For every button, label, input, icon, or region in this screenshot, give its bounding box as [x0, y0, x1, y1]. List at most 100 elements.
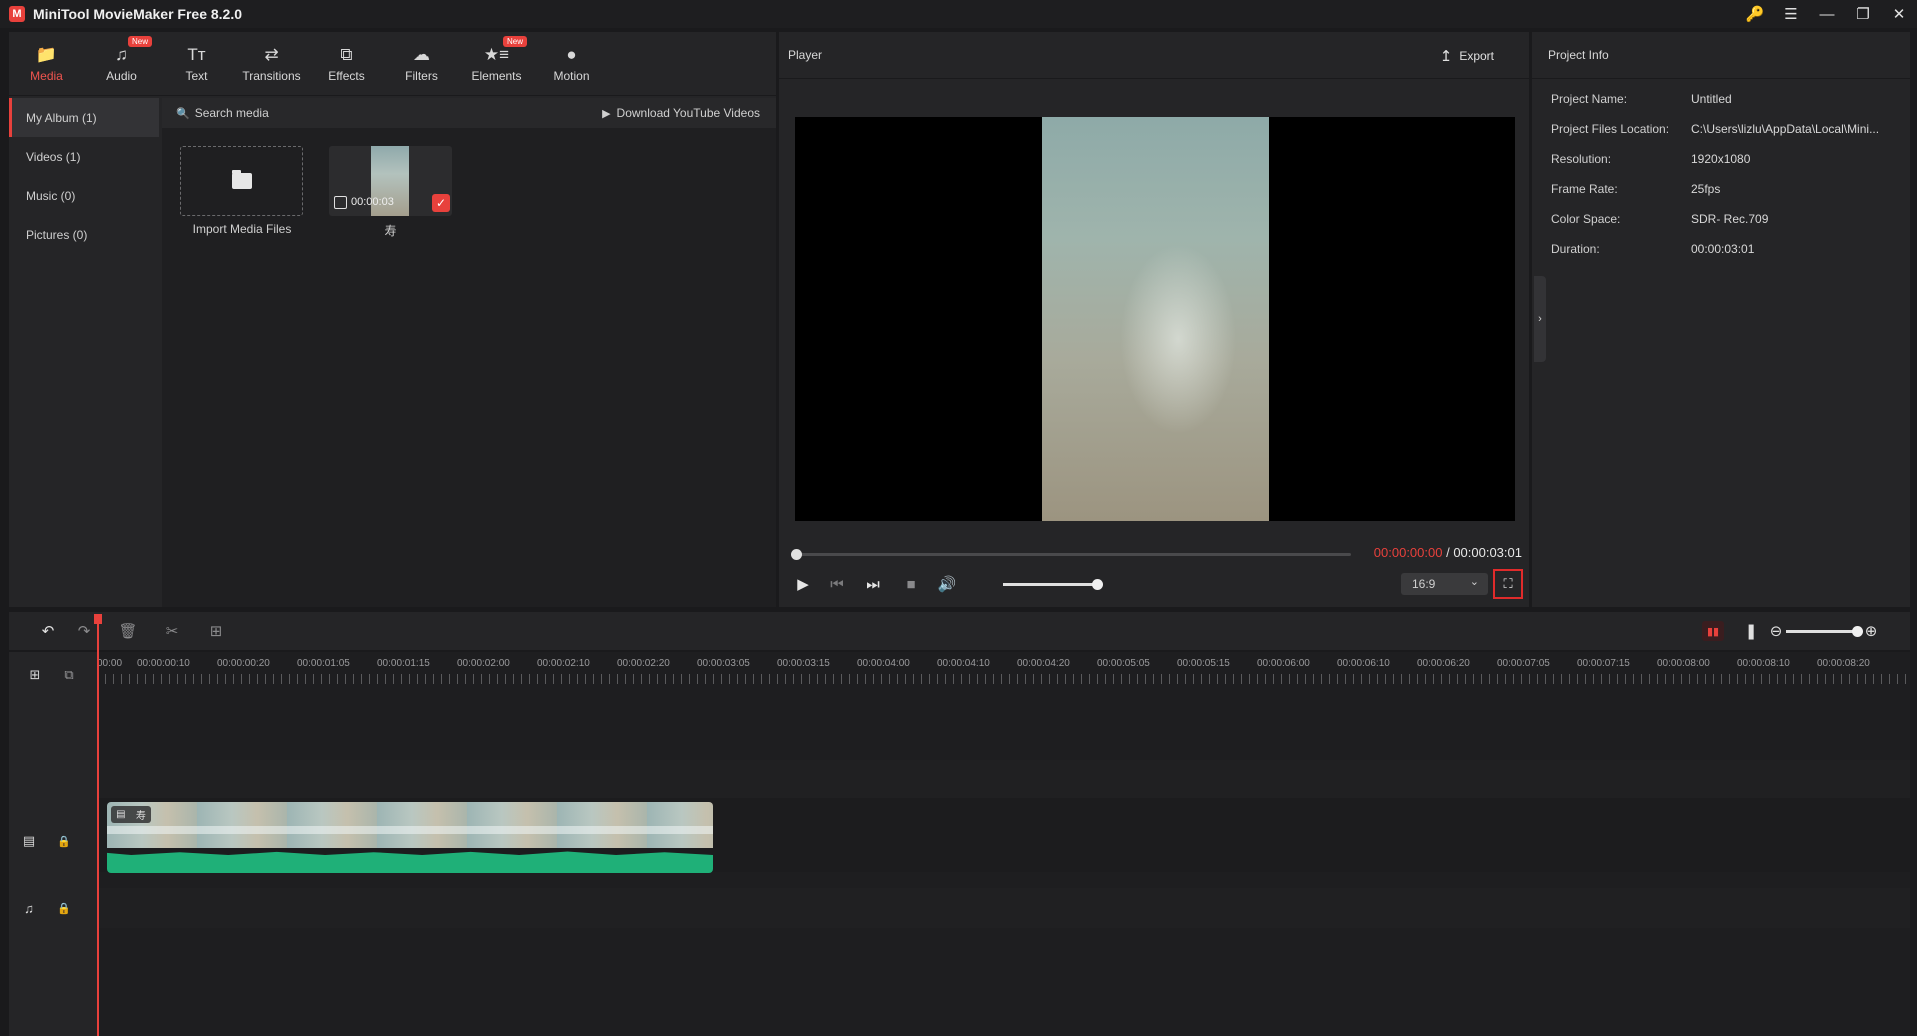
player-controls: ▶ ⏮ ⏭ ■ 🔊 16:9 ⌄ ⛶: [779, 568, 1529, 600]
ruler-label: 00:00:06:10: [1337, 658, 1390, 669]
import-media-label: Import Media Files: [192, 222, 292, 236]
video-preview: [795, 117, 1515, 521]
search-icon: 🔍: [176, 107, 190, 120]
track-headers: ⊞ ⧉ ▤ 🔒 ♫ 🔒: [9, 652, 97, 1036]
tab-media[interactable]: 📁 Media: [9, 32, 84, 95]
collapse-panel-chevron-icon[interactable]: ›: [1534, 276, 1546, 362]
add-track-icon[interactable]: ⊞: [25, 666, 45, 684]
album-item-my-album[interactable]: My Album (1): [9, 98, 159, 137]
tab-filters[interactable]: ☁ Filters: [384, 32, 459, 95]
text-icon: Tᴛ: [187, 45, 206, 64]
download-youtube-button[interactable]: ▶ Download YouTube Videos: [602, 98, 760, 128]
minimize-icon[interactable]: —: [1809, 0, 1845, 28]
menu-icon[interactable]: ☰: [1773, 0, 1809, 28]
redo-icon[interactable]: ↷: [73, 620, 95, 642]
import-media-button[interactable]: [180, 146, 303, 216]
ruler-label: 00:00:00:10: [137, 658, 190, 669]
maximize-icon[interactable]: ❐: [1845, 0, 1881, 28]
media-browser: 🔍 ▶ Download YouTube Videos Import Media…: [162, 98, 776, 607]
motion-icon: ●: [566, 45, 577, 64]
tab-filters-label: Filters: [405, 69, 438, 83]
info-row: Resolution: 1920x1080: [1551, 144, 1896, 174]
effects-icon: ⧉: [340, 45, 353, 64]
fullscreen-icon[interactable]: ⛶: [1493, 569, 1523, 599]
album-item-pictures[interactable]: Pictures (0): [9, 215, 159, 254]
ruler-label: 00:00:03:15: [777, 658, 830, 669]
film-icon: [334, 196, 347, 209]
overlay-track[interactable]: [97, 760, 1910, 802]
timeline-toolbar: ↶ ↷ 🗑 ✂ ⊞ ▮▮ ❚ ⊖ ⊕: [9, 612, 1910, 650]
timeline-ruler[interactable]: 00:00 00:00:00:10 00:00:00:20 00:00:01:05 00…: [97, 652, 1910, 688]
media-clip[interactable]: 00:00:03 ✓: [329, 146, 452, 216]
undo-icon[interactable]: ↶: [37, 620, 59, 642]
tab-text[interactable]: Tᴛ Text: [159, 32, 234, 95]
key-icon[interactable]: 🔑: [1737, 0, 1773, 28]
previous-frame-icon[interactable]: ⏮: [823, 568, 851, 600]
zoom-out-icon[interactable]: ⊖: [1765, 620, 1787, 642]
volume-handle[interactable]: [1092, 579, 1103, 590]
ruler-label: 00:00:08:10: [1737, 658, 1790, 669]
progress-handle[interactable]: [791, 549, 802, 560]
delete-icon[interactable]: 🗑: [117, 620, 139, 642]
timeline: ⊞ ⧉ ▤ 🔒 ♫ 🔒 00:00 00:00:00:10 00:00:00:20 0…: [9, 652, 1910, 1036]
crop-icon[interactable]: ⊞: [205, 620, 227, 642]
stop-icon[interactable]: ■: [897, 568, 925, 600]
download-youtube-label: Download YouTube Videos: [616, 106, 760, 120]
tab-motion[interactable]: ● Motion: [534, 32, 609, 95]
info-key: Project Files Location:: [1551, 122, 1670, 136]
play-icon[interactable]: ▶: [791, 568, 815, 600]
info-value: Untitled: [1691, 92, 1732, 106]
fit-timeline-icon[interactable]: ❚: [1740, 620, 1762, 642]
close-icon[interactable]: ✕: [1881, 0, 1917, 28]
next-frame-icon[interactable]: ⏭: [859, 568, 887, 600]
snap-icon[interactable]: ▮▮: [1702, 621, 1724, 641]
audio-track[interactable]: [97, 888, 1910, 928]
album-item-videos[interactable]: Videos (1): [9, 137, 159, 176]
info-key: Color Space:: [1551, 212, 1621, 226]
aspect-ratio-value: 16:9: [1412, 577, 1436, 591]
clip-tag-label: 寿: [135, 811, 146, 822]
divider: [9, 95, 776, 96]
folder-icon: [231, 170, 252, 189]
zoom-slider[interactable]: [1786, 626, 1863, 637]
export-button[interactable]: ↥ Export: [1440, 44, 1494, 68]
info-key: Resolution:: [1551, 152, 1612, 166]
volume-slider[interactable]: [1003, 579, 1103, 590]
ruler-label: 00:00:06:00: [1257, 658, 1310, 669]
tab-audio[interactable]: New ♫ Audio: [84, 32, 159, 95]
video-track-icon: ▤: [22, 833, 36, 848]
new-badge: New: [128, 36, 153, 47]
aspect-ratio-select[interactable]: 16:9 ⌄: [1401, 573, 1488, 595]
split-icon[interactable]: ✂: [161, 620, 183, 642]
copy-track-icon[interactable]: ⧉: [59, 666, 79, 684]
playhead[interactable]: [97, 620, 99, 1036]
tab-elements[interactable]: New ★≡ Elements: [459, 32, 534, 95]
info-row: Duration: 00:00:03:01: [1551, 234, 1896, 264]
tab-media-label: Media: [30, 69, 63, 83]
album-item-music[interactable]: Music (0): [9, 176, 159, 215]
lock-icon[interactable]: 🔒: [55, 899, 73, 917]
tab-transitions[interactable]: ⇄ Transitions: [234, 32, 309, 95]
volume-icon[interactable]: 🔊: [933, 568, 961, 600]
ruler-label: 00:00:02:10: [537, 658, 590, 669]
zoom-in-icon[interactable]: ⊕: [1860, 620, 1882, 642]
clip-wave-highlight: [107, 826, 713, 834]
filters-icon: ☁: [413, 45, 430, 64]
tab-effects[interactable]: ⧉ Effects: [309, 32, 384, 95]
search-input[interactable]: [194, 106, 445, 120]
ruler-label: 00:00:01:15: [377, 658, 430, 669]
tab-transitions-label: Transitions: [242, 69, 301, 83]
progress-slider[interactable]: [791, 549, 1351, 560]
checkmark-icon[interactable]: ✓: [432, 194, 450, 212]
ruler-label: 00:00:08:00: [1657, 658, 1710, 669]
tab-effects-label: Effects: [328, 69, 365, 83]
ruler-label: 00:00:00:20: [217, 658, 270, 669]
export-label: Export: [1459, 49, 1494, 63]
info-value: 25fps: [1691, 182, 1721, 196]
player-panel: Player ↥ Export 00:00:00:00 / 00:00:03:0…: [779, 32, 1529, 607]
lock-icon[interactable]: 🔒: [55, 832, 73, 850]
timeline-video-clip[interactable]: ▤ 寿: [107, 802, 713, 873]
search-bar: 🔍 ▶ Download YouTube Videos: [162, 98, 776, 128]
ruler-ticks: [97, 674, 1910, 684]
chevron-down-icon: ⌄: [1469, 576, 1479, 588]
